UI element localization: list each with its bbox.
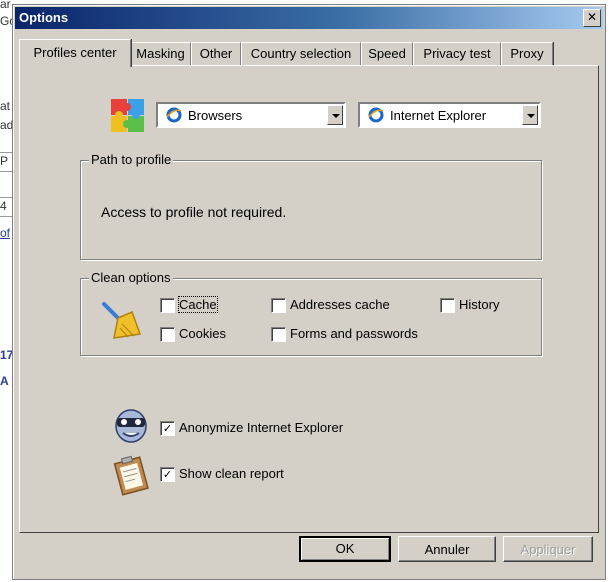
addresses-cache-checkbox[interactable] [271,298,286,313]
tab-proxy[interactable]: Proxy [501,42,553,65]
anonymize-label[interactable]: Anonymize Internet Explorer [179,420,343,435]
path-to-profile-group: Path to profile Access to profile not re… [80,152,542,260]
category-select[interactable]: Browsers [156,102,346,128]
options-dialog: Options ✕ Profiles center Masking Other … [12,4,606,580]
puzzle-icon [111,99,144,132]
background-text: at [0,99,11,113]
show-clean-report-checkbox[interactable]: ✓ [160,467,175,482]
report-icon [113,455,149,496]
history-checkbox[interactable] [440,298,455,313]
group-title: Clean options [89,270,173,285]
tab-country-selection[interactable]: Country selection [241,42,361,65]
check-icon: ✓ [162,468,173,481]
check-icon: ✓ [162,422,173,435]
cache-label[interactable]: Cache [178,296,218,313]
history-label[interactable]: History [459,297,499,312]
category-select-value: Browsers [188,108,243,123]
mask-icon [115,409,147,443]
anonymize-checkbox[interactable]: ✓ [160,421,175,436]
cookies-label[interactable]: Cookies [179,326,226,341]
profiles-center-panel: Browsers Internet Explorer Path to profi… [19,65,599,533]
background-text: 4 [0,199,7,213]
cookies-checkbox[interactable] [160,327,175,342]
tab-masking[interactable]: Masking [130,42,191,65]
cancel-button[interactable]: Annuler [398,536,496,562]
addresses-cache-label[interactable]: Addresses cache [290,297,390,312]
background-text: P [0,154,9,168]
forms-and-passwords-checkbox[interactable] [271,327,286,342]
tab-speed[interactable]: Speed [361,42,413,65]
show-clean-report-label[interactable]: Show clean report [179,466,284,481]
browser-select[interactable]: Internet Explorer [358,102,541,128]
ok-button[interactable]: OK [299,536,391,562]
close-icon: ✕ [586,10,598,24]
title-bar[interactable]: Options ✕ [15,7,603,29]
cache-checkbox[interactable] [160,298,175,313]
ie-icon [166,107,182,123]
broom-icon [102,302,142,339]
background-text: A [0,374,9,388]
path-message: Access to profile not required. [101,204,287,220]
chevron-down-icon[interactable] [327,105,343,125]
browser-select-value: Internet Explorer [390,108,487,123]
clean-options-group: Clean options [80,270,542,356]
background-text: ar [0,0,11,11]
background-link: of [0,226,11,240]
close-button[interactable]: ✕ [583,9,601,27]
chevron-down-icon[interactable] [522,105,538,125]
tab-profiles-center[interactable]: Profiles center [19,39,131,67]
group-title: Path to profile [89,152,174,167]
dialog-title: Options [19,10,69,25]
tab-privacy-test[interactable]: Privacy test [413,42,501,65]
ie-icon [368,107,384,123]
forms-and-passwords-label[interactable]: Forms and passwords [290,326,418,341]
apply-button[interactable]: Appliquer [503,536,593,562]
tab-other[interactable]: Other [191,42,241,65]
